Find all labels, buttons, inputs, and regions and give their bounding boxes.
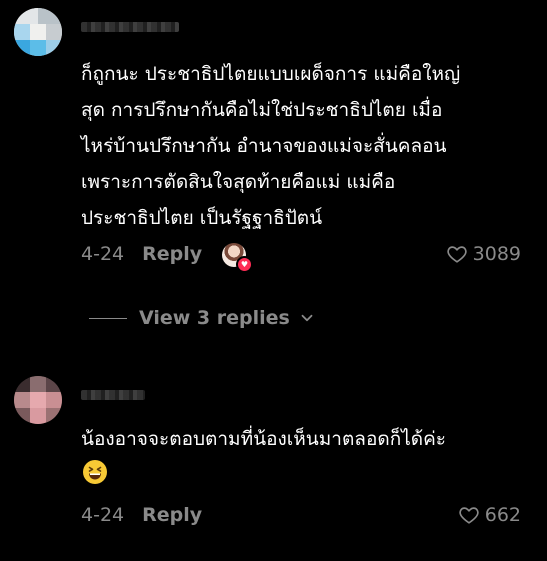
comment-text: ก็ถูกนะ ประชาธิปไตยแบบเผด็จการ แม่คือใหญ…	[81, 63, 461, 229]
emoji-face-icon	[84, 461, 106, 483]
chevron-down-icon	[301, 314, 313, 322]
like-button[interactable]: 662	[458, 500, 521, 530]
avatar[interactable]	[14, 8, 62, 56]
comment-date: 4-24	[81, 243, 125, 265]
username[interactable]	[81, 390, 145, 400]
reply-button[interactable]: Reply	[142, 243, 202, 265]
comment-meta: 4-24 Reply	[81, 500, 202, 530]
view-replies-label: View 3 replies	[139, 307, 290, 329]
divider-line	[89, 317, 127, 319]
view-replies-button[interactable]: View 3 replies	[89, 303, 316, 333]
like-button[interactable]: 3089	[446, 239, 521, 269]
like-count: 3089	[472, 243, 521, 265]
heart-icon	[446, 246, 467, 263]
heart-icon	[459, 507, 479, 524]
comment-text: น้องอาจจะตอบตามที่น้องเห็นมาตลอดก็ได้ค่ะ	[81, 428, 447, 450]
reply-button[interactable]: Reply	[142, 504, 202, 526]
creator-heart-icon: ♥	[236, 256, 253, 273]
comment-date: 4-24	[81, 504, 125, 526]
like-count: 662	[484, 504, 521, 526]
grinning-squinting-face-icon	[83, 460, 107, 484]
avatar[interactable]	[14, 376, 62, 424]
username[interactable]	[81, 22, 179, 32]
comment-meta: 4-24 Reply	[81, 239, 202, 269]
